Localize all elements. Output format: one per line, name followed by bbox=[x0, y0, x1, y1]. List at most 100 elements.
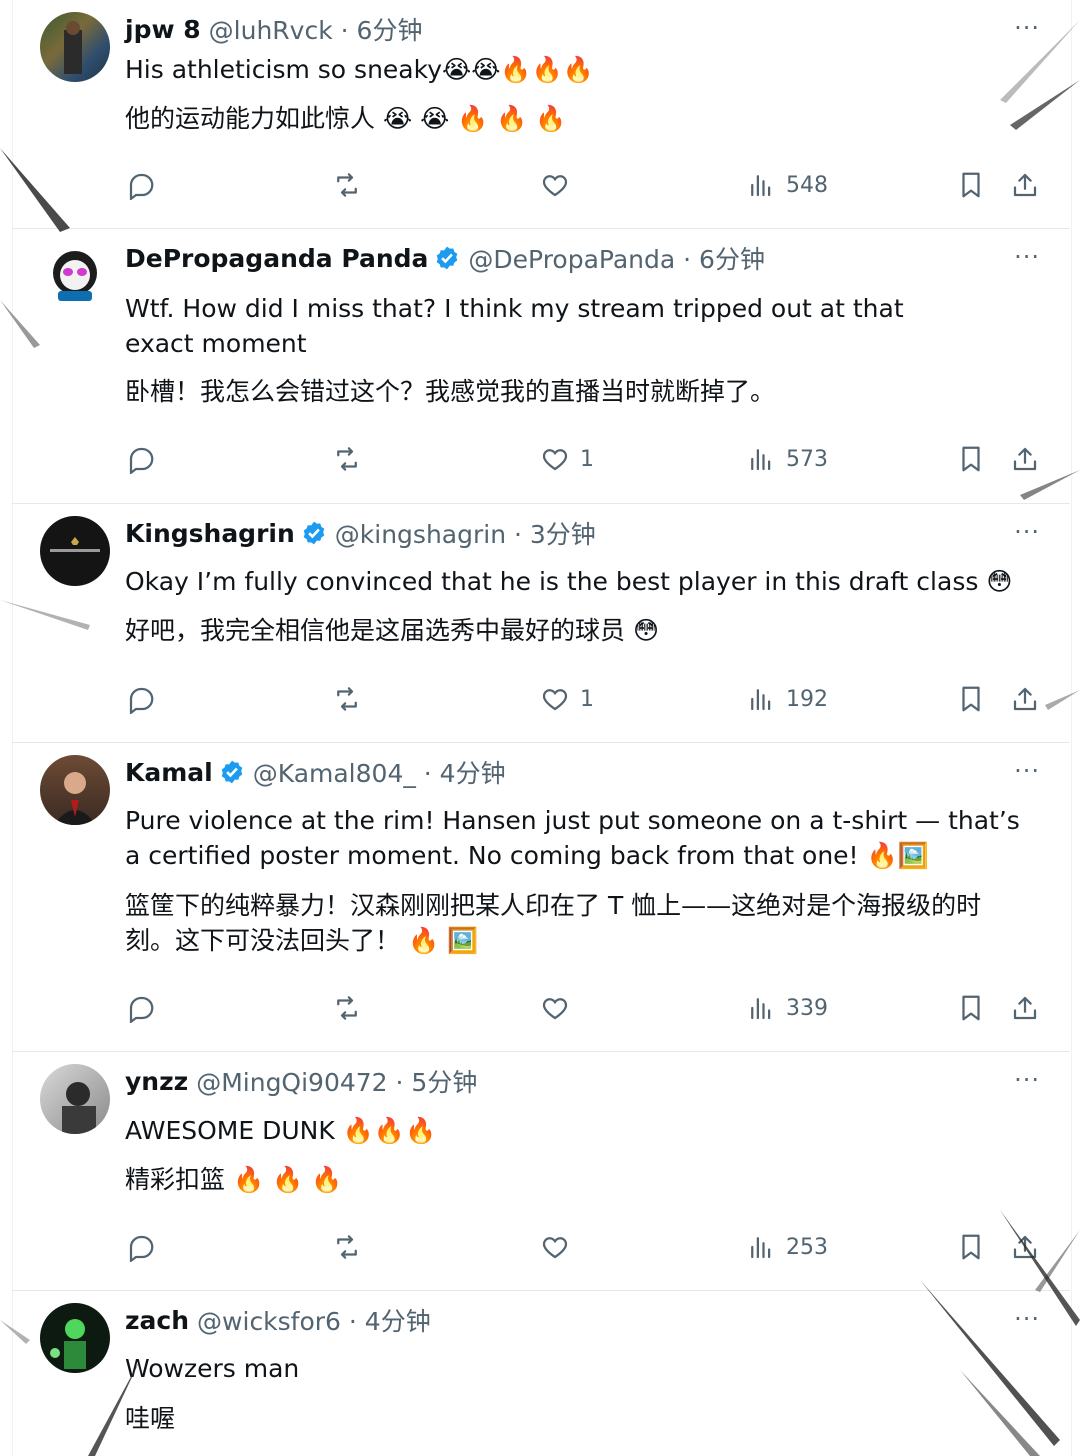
display-name[interactable]: jpw 8 bbox=[125, 15, 201, 44]
repost-button[interactable] bbox=[332, 993, 362, 1023]
share-icon bbox=[1013, 996, 1037, 1020]
handle-time[interactable]: @DePropaPanda · 6分钟 bbox=[468, 240, 765, 276]
tweet-header: jpw 8 @luhRvck · 6分钟 bbox=[125, 12, 422, 46]
tweet-text: His athleticism so sneaky😭😭🔥🔥🔥 bbox=[125, 55, 594, 84]
reply-button[interactable] bbox=[126, 170, 156, 200]
bookmark-button[interactable] bbox=[956, 684, 986, 714]
views-count: 253 bbox=[786, 1234, 828, 1260]
repost-button[interactable] bbox=[332, 444, 362, 474]
views-button[interactable]: 548 bbox=[746, 170, 828, 200]
display-name[interactable]: DePropaganda Panda bbox=[125, 244, 428, 273]
tweet-header: Kingshagrin @kingshagrin · 3分钟 bbox=[125, 516, 596, 550]
views-icon bbox=[751, 449, 771, 471]
bookmark-icon bbox=[962, 172, 980, 198]
share-button[interactable] bbox=[1010, 1232, 1040, 1262]
avatar[interactable] bbox=[40, 755, 110, 825]
verified-badge-icon bbox=[221, 760, 243, 784]
avatar[interactable] bbox=[40, 516, 110, 586]
avatar[interactable] bbox=[40, 1064, 110, 1134]
verified-badge-icon bbox=[437, 246, 458, 270]
display-name[interactable]: zach bbox=[125, 1306, 189, 1335]
repost-icon bbox=[337, 996, 357, 1020]
views-button[interactable]: 339 bbox=[746, 993, 828, 1023]
share-button[interactable] bbox=[1010, 170, 1040, 200]
bookmark-button[interactable] bbox=[956, 993, 986, 1023]
bookmark-button[interactable] bbox=[956, 1232, 986, 1262]
likes-count: 1 bbox=[580, 686, 594, 712]
repost-button[interactable] bbox=[332, 1232, 362, 1262]
bookmark-button[interactable] bbox=[956, 170, 986, 200]
more-options-button[interactable]: ··· bbox=[1014, 1305, 1040, 1333]
tweet-card[interactable]: Kamal @Kamal804_ · 4分钟 ··· Pure violence… bbox=[12, 743, 1070, 1052]
tweet-card[interactable]: DePropaganda Panda @DePropaPanda · 6分钟 ·… bbox=[12, 229, 1070, 504]
avatar[interactable] bbox=[40, 1303, 110, 1373]
avatar[interactable] bbox=[40, 241, 110, 311]
share-icon bbox=[1013, 447, 1037, 471]
reply-button[interactable] bbox=[126, 444, 156, 474]
like-button[interactable] bbox=[540, 170, 580, 200]
repost-button[interactable] bbox=[332, 684, 362, 714]
action-bar: 339 bbox=[12, 993, 1070, 1033]
handle-time[interactable]: @luhRvck · 6分钟 bbox=[209, 11, 423, 47]
more-options-button[interactable]: ··· bbox=[1014, 518, 1040, 546]
views-icon bbox=[751, 1237, 771, 1259]
action-bar: 253 bbox=[12, 1232, 1070, 1272]
like-button[interactable] bbox=[540, 993, 580, 1023]
views-button[interactable]: 253 bbox=[746, 1232, 828, 1262]
heart-icon bbox=[542, 1237, 568, 1259]
repost-icon bbox=[337, 173, 357, 197]
tweet-text: AWESOME DUNK 🔥🔥🔥 bbox=[125, 1116, 437, 1145]
more-options-button[interactable]: ··· bbox=[1014, 757, 1040, 785]
tweet-card[interactable]: jpw 8 @luhRvck · 6分钟 ··· His athleticism… bbox=[12, 0, 1070, 229]
reply-button[interactable] bbox=[126, 684, 156, 714]
reply-button[interactable] bbox=[126, 1232, 156, 1262]
share-button[interactable] bbox=[1010, 993, 1040, 1023]
action-bar: 1 573 bbox=[12, 444, 1070, 484]
bookmark-button[interactable] bbox=[956, 444, 986, 474]
heart-icon bbox=[542, 449, 568, 471]
views-icon bbox=[751, 998, 771, 1020]
reply-icon bbox=[129, 173, 154, 200]
tweet-header: DePropaganda Panda @DePropaPanda · 6分钟 bbox=[125, 241, 765, 275]
like-button[interactable]: 1 bbox=[540, 444, 594, 474]
translated-text: 篮筐下的纯粹暴力！汉森刚刚把某人印在了 T 恤上——这绝对是个海报级的时刻。这下… bbox=[125, 891, 982, 955]
repost-icon bbox=[337, 1235, 357, 1259]
more-options-button[interactable]: ··· bbox=[1014, 1066, 1040, 1094]
translated-text: 精彩扣篮 🔥 🔥 🔥 bbox=[125, 1165, 343, 1194]
handle-time[interactable]: @wicksfor6 · 4分钟 bbox=[197, 1302, 431, 1338]
views-count: 573 bbox=[786, 446, 828, 472]
display-name[interactable]: Kamal bbox=[125, 758, 213, 787]
heart-icon bbox=[542, 689, 568, 711]
like-button[interactable]: 1 bbox=[540, 684, 594, 714]
more-options-button[interactable]: ··· bbox=[1014, 14, 1040, 42]
handle-time[interactable]: @kingshagrin · 3分钟 bbox=[335, 515, 596, 551]
views-count: 339 bbox=[786, 995, 828, 1021]
reply-icon bbox=[129, 996, 154, 1023]
display-name[interactable]: Kingshagrin bbox=[125, 519, 295, 548]
share-button[interactable] bbox=[1010, 444, 1040, 474]
like-button[interactable] bbox=[540, 1232, 580, 1262]
action-bar: 1 192 bbox=[12, 684, 1070, 724]
views-icon bbox=[751, 689, 771, 711]
tweet-card[interactable]: Kingshagrin @kingshagrin · 3分钟 ··· Okay … bbox=[12, 504, 1070, 743]
avatar[interactable] bbox=[40, 12, 110, 82]
share-button[interactable] bbox=[1010, 684, 1040, 714]
heart-icon bbox=[542, 998, 568, 1020]
tweet-header: ynzz @MingQi90472 · 5分钟 bbox=[125, 1064, 477, 1098]
handle-time[interactable]: @Kamal804_ · 4分钟 bbox=[253, 754, 506, 790]
reply-button[interactable] bbox=[126, 993, 156, 1023]
tweet-text: Pure violence at the rim! Hansen just pu… bbox=[125, 806, 1020, 870]
display-name[interactable]: ynzz bbox=[125, 1067, 188, 1096]
more-options-button[interactable]: ··· bbox=[1014, 243, 1040, 271]
views-button[interactable]: 192 bbox=[746, 684, 828, 714]
bookmark-icon bbox=[962, 446, 980, 472]
share-icon bbox=[1013, 687, 1037, 711]
reply-icon bbox=[129, 447, 154, 474]
tweet-header: Kamal @Kamal804_ · 4分钟 bbox=[125, 755, 506, 789]
repost-button[interactable] bbox=[332, 170, 362, 200]
tweet-card[interactable]: ynzz @MingQi90472 · 5分钟 ··· AWESOME DUNK… bbox=[12, 1052, 1070, 1291]
handle-time[interactable]: @MingQi90472 · 5分钟 bbox=[196, 1063, 477, 1099]
tweet-card[interactable]: zach @wicksfor6 · 4分钟 ··· Wowzers man 哇喔 bbox=[12, 1291, 1070, 1456]
tweet-header: zach @wicksfor6 · 4分钟 bbox=[125, 1303, 431, 1337]
views-button[interactable]: 573 bbox=[746, 444, 828, 474]
